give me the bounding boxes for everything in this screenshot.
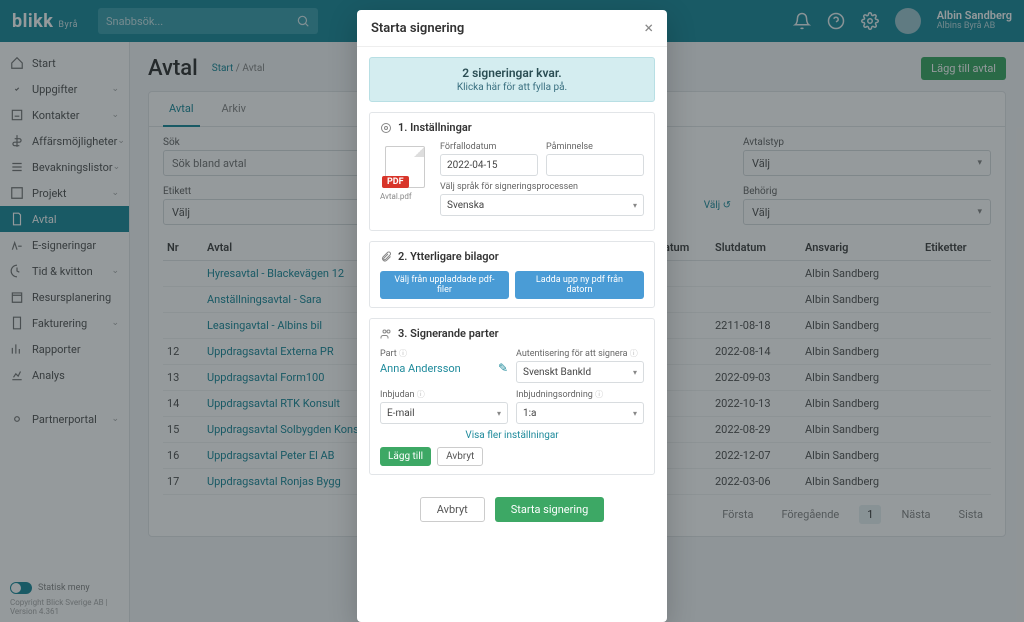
forfallo-label: Förfallodatum	[440, 142, 538, 152]
order-select[interactable]: 1:a▾	[516, 402, 644, 424]
section-signing-parties: 3. Signerande parter Part ⓘ Anna Anderss…	[369, 318, 655, 475]
start-signing-modal: Starta signering × 2 signeringar kvar. K…	[357, 10, 667, 622]
pdf-filename: Avtal.pdf	[380, 192, 430, 201]
help-icon[interactable]: ⓘ	[595, 390, 603, 399]
modal-cancel-button[interactable]: Avbryt	[420, 497, 485, 522]
help-icon[interactable]: ⓘ	[630, 349, 638, 358]
language-label: Välj språk för signeringsprocessen	[440, 182, 644, 192]
auth-select[interactable]: Svenskt BankId▾	[516, 361, 644, 383]
section-settings: 1. Inställningar PDF Avtal.pdf Förfall	[369, 112, 655, 231]
chevron-down-icon: ▾	[633, 409, 637, 418]
show-more-settings-link[interactable]: Visa fler inställningar	[380, 430, 644, 441]
attachment-icon	[380, 251, 392, 263]
signings-left-banner[interactable]: 2 signeringar kvar. Klicka här för att f…	[369, 57, 655, 102]
forfallo-input[interactable]	[440, 154, 538, 176]
chevron-down-icon: ▾	[633, 201, 637, 210]
choose-uploaded-pdf-button[interactable]: Välj från uppladdade pdf-filer	[380, 271, 509, 299]
section-attachments: 2. Ytterligare bilagor Välj från uppladd…	[369, 241, 655, 308]
close-icon[interactable]: ×	[644, 20, 653, 36]
part-name-link[interactable]: Anna Andersson	[380, 362, 461, 375]
order-label: Inbjudningsordning ⓘ	[516, 389, 644, 400]
modal-start-signing-button[interactable]: Starta signering	[495, 497, 605, 522]
paminnelse-label: Påminnelse	[546, 142, 644, 152]
paminnelse-input[interactable]	[546, 154, 644, 176]
auth-label: Autentisering för att signera ⓘ	[516, 348, 644, 359]
language-select[interactable]: Svenska▾	[440, 194, 644, 216]
invite-select[interactable]: E-mail▾	[380, 402, 508, 424]
upload-new-pdf-button[interactable]: Ladda upp ny pdf från datorn	[515, 271, 644, 299]
part-label: Part ⓘ	[380, 348, 508, 359]
chevron-down-icon: ▾	[497, 409, 501, 418]
add-party-button[interactable]: Lägg till	[380, 447, 431, 466]
invite-label: Inbjudan ⓘ	[380, 389, 508, 400]
modal-overlay: Starta signering × 2 signeringar kvar. K…	[0, 0, 1024, 622]
pdf-badge-icon: PDF	[382, 176, 409, 188]
cancel-party-button[interactable]: Avbryt	[437, 447, 483, 466]
users-icon	[380, 328, 392, 340]
gear-icon	[380, 122, 392, 134]
chevron-down-icon: ▾	[633, 368, 637, 377]
help-icon[interactable]: ⓘ	[399, 349, 407, 358]
modal-title: Starta signering	[371, 21, 464, 36]
edit-icon[interactable]: ✎	[498, 361, 508, 375]
pdf-thumbnail[interactable]: PDF	[380, 142, 430, 188]
help-icon[interactable]: ⓘ	[417, 390, 425, 399]
